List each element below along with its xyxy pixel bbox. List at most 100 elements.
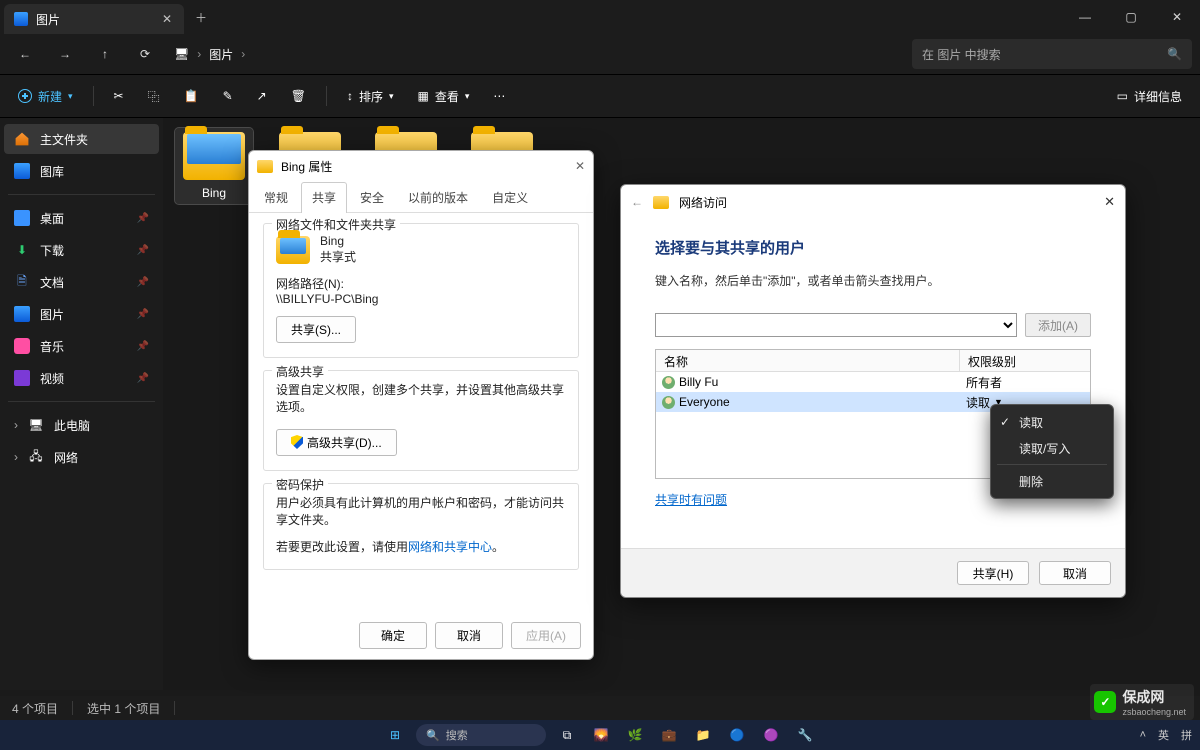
share-state: 共享式	[320, 248, 356, 265]
share-button[interactable]: 共享(S)...	[276, 316, 356, 343]
cancel-button[interactable]: 取消	[435, 622, 503, 649]
music-icon	[14, 338, 30, 354]
window-tab[interactable]: 图片 ✕	[4, 4, 184, 34]
tab-previous-versions[interactable]: 以前的版本	[397, 182, 479, 213]
tray-chevron-icon[interactable]: ˄	[1140, 729, 1146, 741]
tab-strip: 常规 共享 安全 以前的版本 自定义	[249, 181, 593, 213]
edge-icon[interactable]: 🔵	[724, 724, 750, 746]
user-combobox[interactable]	[655, 313, 1017, 337]
folder-icon	[276, 236, 310, 264]
pin-icon: 📌	[137, 245, 149, 256]
sidebar-item-music[interactable]: 音乐📌	[4, 331, 159, 361]
sidebar-item-downloads[interactable]: ⬇下载📌	[4, 235, 159, 265]
up-button[interactable]: ↑	[88, 39, 122, 69]
menu-item-read[interactable]: ✓读取	[991, 409, 1113, 435]
app-icon[interactable]: 🟣	[758, 724, 784, 746]
sidebar-item-network[interactable]: ›🖧网络	[4, 442, 159, 472]
close-tab-icon[interactable]: ✕	[162, 12, 172, 26]
refresh-button[interactable]: ⟳	[128, 39, 162, 69]
cancel-button[interactable]: 取消	[1039, 561, 1111, 585]
ok-button[interactable]: 确定	[359, 622, 427, 649]
menu-item-remove[interactable]: 删除	[991, 468, 1113, 494]
table-row[interactable]: Billy Fu 所有者	[656, 372, 1090, 392]
folder-icon	[257, 160, 273, 173]
desktop-icon	[14, 210, 30, 226]
pc-icon: 🖥	[28, 417, 44, 433]
tab-customize[interactable]: 自定义	[481, 182, 539, 213]
back-icon[interactable]: ←	[631, 195, 643, 209]
delete-button[interactable]: 🗑	[281, 81, 316, 111]
pin-icon: 📌	[137, 309, 149, 320]
breadcrumb-segment[interactable]: 图片	[209, 46, 233, 63]
permission-context-menu: ✓读取 读取/写入 删除	[990, 404, 1114, 499]
new-button[interactable]: 新建 ▾	[8, 81, 83, 111]
more-button[interactable]: ⋯	[483, 81, 515, 111]
status-bar: 4 个项目 选中 1 个项目	[0, 696, 1200, 720]
share-icon: ↗	[257, 89, 267, 103]
search-input[interactable]: 在 图片 中搜索 🔍	[912, 39, 1192, 69]
apply-button[interactable]: 应用(A)	[511, 622, 581, 649]
app-icon[interactable]: 🌿	[622, 724, 648, 746]
add-button[interactable]: 添加(A)	[1025, 313, 1091, 337]
app-icon[interactable]: 🔧	[792, 724, 818, 746]
pin-icon: 📌	[137, 277, 149, 288]
view-icon: ▦	[417, 89, 428, 103]
system-tray[interactable]: ˄ 英 拼	[1140, 727, 1192, 743]
tab-security[interactable]: 安全	[349, 182, 395, 213]
start-button[interactable]: ⊞	[382, 724, 408, 746]
copy-button[interactable]: ⿻	[138, 81, 170, 111]
network-share-group: 网络文件和文件夹共享 Bing 共享式 网络路径(N): \\BILLYFU-P…	[263, 223, 579, 358]
app-icon[interactable]: 🌄	[588, 724, 614, 746]
watermark-name: 保成网	[1122, 687, 1186, 707]
tab-general[interactable]: 常规	[253, 182, 299, 213]
ime-mode[interactable]: 拼	[1181, 727, 1192, 743]
folder-label: Bing	[202, 186, 226, 200]
share-button[interactable]: 共享(H)	[957, 561, 1029, 585]
sidebar-item-this-pc[interactable]: ›🖥此电脑	[4, 410, 159, 440]
pictures-icon	[14, 12, 28, 26]
close-icon[interactable]: ✕	[575, 159, 585, 173]
dialog-body: 网络文件和文件夹共享 Bing 共享式 网络路径(N): \\BILLYFU-P…	[249, 213, 593, 612]
sort-button[interactable]: ↕排序▾	[337, 81, 404, 111]
new-tab-button[interactable]: ＋	[184, 0, 218, 34]
folder-icon	[653, 196, 669, 209]
maximize-button[interactable]: ▢	[1108, 0, 1154, 34]
taskbar-search[interactable]: 🔍搜索	[416, 724, 546, 746]
sidebar-item-gallery[interactable]: 图库	[4, 156, 159, 186]
rename-button[interactable]: ✎	[213, 81, 243, 111]
folder-item[interactable]: Bing	[175, 128, 253, 204]
network-center-link[interactable]: 网络和共享中心	[408, 540, 492, 554]
paste-button[interactable]: 📋	[174, 81, 209, 111]
sidebar-item-home[interactable]: 主文件夹	[4, 124, 159, 154]
sidebar-item-videos[interactable]: 视频📌	[4, 363, 159, 393]
tab-sharing[interactable]: 共享	[301, 182, 347, 213]
dialog-titlebar[interactable]: Bing 属性 ✕	[249, 151, 593, 181]
taskbar: ⊞ 🔍搜索 ⧉ 🌄 🌿 💼 📁 🔵 🟣 🔧 ˄ 英 拼	[0, 720, 1200, 750]
task-view-button[interactable]: ⧉	[554, 724, 580, 746]
password-protect-group: 密码保护 用户必须具有此计算机的用户帐户和密码，才能访问共享文件夹。 若要更改此…	[263, 483, 579, 570]
close-icon[interactable]: ✕	[1104, 194, 1115, 210]
cut-button[interactable]: ✂	[104, 81, 134, 111]
back-button[interactable]: ←	[8, 39, 42, 69]
view-button[interactable]: ▦查看▾	[407, 81, 479, 111]
dialog-heading: 选择要与其共享的用户	[655, 237, 1091, 258]
ime-lang[interactable]: 英	[1158, 727, 1169, 743]
forward-button[interactable]: →	[48, 39, 82, 69]
menu-item-readwrite[interactable]: 读取/写入	[991, 435, 1113, 461]
dialog-titlebar[interactable]: ← 网络访问 ✕	[621, 185, 1125, 219]
sidebar-item-pictures[interactable]: 图片📌	[4, 299, 159, 329]
close-window-button[interactable]: ✕	[1154, 0, 1200, 34]
sidebar-item-documents[interactable]: 🗎文档📌	[4, 267, 159, 297]
sidebar: 主文件夹 图库 桌面📌 ⬇下载📌 🗎文档📌 图片📌 音乐📌 视频📌 ›🖥此电脑 …	[0, 118, 163, 690]
breadcrumb[interactable]: 🖥 › 图片 ›	[174, 46, 245, 63]
minimize-button[interactable]: —	[1062, 0, 1108, 34]
network-path: \\BILLYFU-PC\Bing	[276, 292, 566, 306]
details-pane-button[interactable]: ▭详细信息	[1107, 81, 1192, 111]
explorer-icon[interactable]: 📁	[690, 724, 716, 746]
app-icon[interactable]: 💼	[656, 724, 682, 746]
share-button[interactable]: ↗	[247, 81, 277, 111]
sidebar-item-desktop[interactable]: 桌面📌	[4, 203, 159, 233]
download-icon: ⬇	[14, 242, 30, 258]
advanced-share-button[interactable]: 高级共享(D)...	[276, 429, 397, 456]
dialog-title: 网络访问	[679, 194, 727, 211]
